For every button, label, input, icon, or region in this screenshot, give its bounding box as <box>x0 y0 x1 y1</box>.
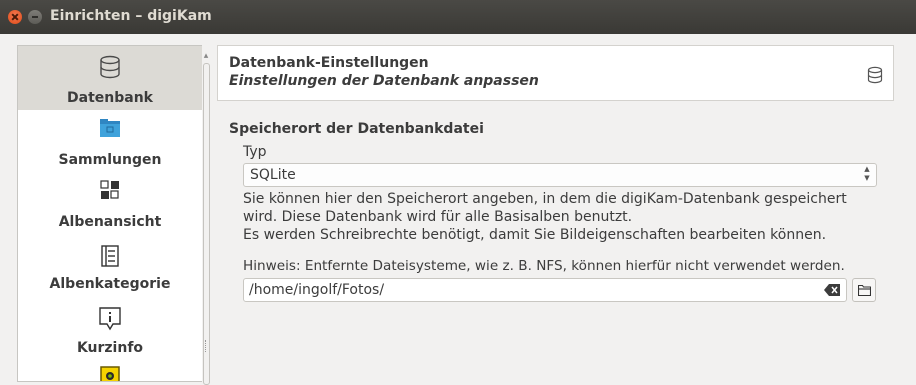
list-icon <box>101 245 119 267</box>
sidebar-item-kurzinfo[interactable]: Kurzinfo <box>18 296 202 358</box>
page-subtitle: Einstellungen der Datenbank anpassen <box>229 73 539 89</box>
sidebar-item-label: Kurzinfo <box>76 340 144 356</box>
database-icon <box>867 66 883 84</box>
scroll-up-icon[interactable]: ▴ <box>201 51 211 61</box>
info-icon <box>99 307 121 331</box>
splitter-handle[interactable] <box>205 340 208 352</box>
info-text-line: Es werden Schreibrechte benötigt, damit … <box>243 227 827 243</box>
sidebar-item-albenkategorie[interactable]: Albenkategorie <box>18 234 202 296</box>
database-type-value: SQLite <box>250 167 296 183</box>
folder-pictures-icon <box>100 119 120 137</box>
browse-folder-button[interactable] <box>852 278 876 302</box>
clear-icon[interactable] <box>824 284 840 296</box>
hint-text: Hinweis: Entfernte Dateisysteme, wie z. … <box>243 258 845 274</box>
folder-open-icon <box>858 284 871 296</box>
sidebar-item-albenansicht[interactable]: Albenansicht <box>18 172 202 234</box>
database-path-input[interactable] <box>249 281 809 299</box>
database-type-select[interactable]: SQLite ▲ ▼ <box>243 163 877 187</box>
sidebar-item-label: Sammlungen <box>58 152 162 168</box>
sidebar-item-image[interactable] <box>18 358 202 381</box>
window-title: Einrichten – digiKam <box>50 8 212 24</box>
settings-sidebar: Datenbank Sammlungen Albenansicht Albenk… <box>17 45 202 382</box>
sidebar-item-label: Albenkategorie <box>49 276 171 292</box>
close-window-button[interactable] <box>8 10 22 24</box>
database-icon <box>100 55 120 79</box>
sidebar-item-label: Datenbank <box>67 90 153 106</box>
page-title: Datenbank-Einstellungen <box>229 55 429 71</box>
page-header: Datenbank-Einstellungen Einstellungen de… <box>217 45 894 101</box>
image-icon <box>100 366 120 381</box>
chevron-updown-icon: ▲ ▼ <box>864 165 870 182</box>
section-title: Speicherort der Datenbankdatei <box>229 121 484 137</box>
database-path-field[interactable] <box>243 278 847 302</box>
sidebar-scrollbar[interactable]: ▴ <box>198 45 214 385</box>
view-grid-icon <box>100 180 119 199</box>
sidebar-item-datenbank[interactable]: Datenbank <box>18 46 202 110</box>
scrollbar-handle[interactable] <box>203 63 210 385</box>
sidebar-item-sammlungen[interactable]: Sammlungen <box>18 110 202 172</box>
title-bar: Einrichten – digiKam <box>0 0 916 34</box>
info-text-line: wird. Diese Datenbank wird für alle Basi… <box>243 209 633 225</box>
type-label: Typ <box>243 144 267 160</box>
minimize-window-button[interactable] <box>28 10 42 24</box>
sidebar-item-label: Albenansicht <box>58 214 162 230</box>
info-text-line: Sie können hier den Speicherort angeben,… <box>243 191 847 207</box>
